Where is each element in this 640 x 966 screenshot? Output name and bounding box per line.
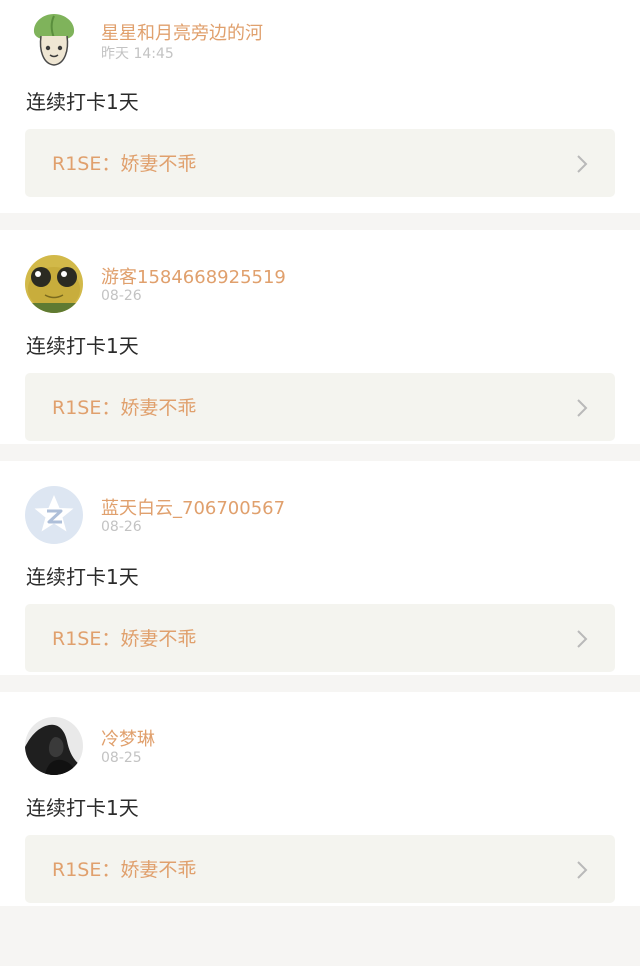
song-card[interactable]: R1SE：娇妻不乖	[25, 129, 615, 197]
post-time: 08-26	[101, 519, 142, 535]
checkin-text: 连续打卡1天	[26, 565, 139, 589]
frog-cartoon-icon	[25, 255, 83, 313]
user-avatar[interactable]	[25, 10, 83, 68]
song-title: R1SE：娇妻不乖	[52, 397, 197, 419]
username[interactable]: 游客1584668925519	[101, 263, 286, 289]
username[interactable]: 星星和月亮旁边的河	[101, 19, 263, 45]
post-time: 08-26	[101, 288, 142, 304]
chevron-right-icon	[577, 861, 588, 879]
user-avatar[interactable]	[25, 717, 83, 775]
song-card[interactable]: R1SE：娇妻不乖	[25, 835, 615, 903]
song-title: R1SE：娇妻不乖	[52, 153, 197, 175]
photo-avatar-icon	[25, 717, 83, 775]
post-time: 08-25	[101, 750, 142, 766]
chevron-right-icon	[577, 630, 588, 648]
song-card[interactable]: R1SE：娇妻不乖	[25, 604, 615, 672]
song-title: R1SE：娇妻不乖	[52, 628, 197, 650]
post-card: 游客1584668925519 08-26 连续打卡1天 R1SE：娇妻不乖	[0, 230, 640, 444]
default-qq-avatar-icon	[25, 486, 83, 544]
post-card: 星星和月亮旁边的河 昨天 14:45 连续打卡1天 R1SE：娇妻不乖	[0, 0, 640, 213]
user-avatar[interactable]	[25, 486, 83, 544]
username[interactable]: 蓝天白云_706700567	[101, 494, 285, 520]
checkin-text: 连续打卡1天	[26, 334, 139, 358]
checkin-feed: 星星和月亮旁边的河 昨天 14:45 连续打卡1天 R1SE：娇妻不乖 游客15…	[0, 0, 640, 906]
checkin-text: 连续打卡1天	[26, 90, 139, 114]
checkin-text: 连续打卡1天	[26, 796, 139, 820]
song-title: R1SE：娇妻不乖	[52, 859, 197, 881]
post-time: 昨天 14:45	[101, 46, 174, 62]
chevron-right-icon	[577, 399, 588, 417]
chevron-right-icon	[577, 155, 588, 173]
post-card: 蓝天白云_706700567 08-26 连续打卡1天 R1SE：娇妻不乖	[0, 461, 640, 675]
bok-choy-cartoon-icon	[25, 10, 83, 68]
username[interactable]: 冷梦琳	[101, 725, 155, 751]
user-avatar[interactable]	[25, 255, 83, 313]
post-card: 冷梦琳 08-25 连续打卡1天 R1SE：娇妻不乖	[0, 692, 640, 906]
song-card[interactable]: R1SE：娇妻不乖	[25, 373, 615, 441]
